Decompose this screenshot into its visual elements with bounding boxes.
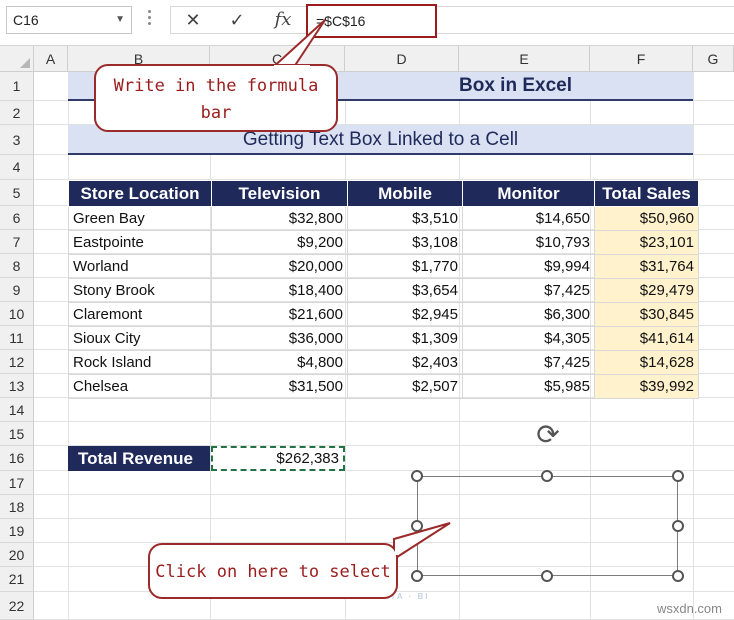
row-header[interactable]: 5 (0, 180, 34, 206)
total-revenue-cell[interactable]: $262,383 (211, 446, 345, 471)
table-row: Rock Island $4,800 $2,403 $7,425 $14,628 (68, 350, 699, 375)
table-row: Chelsea $31,500 $2,507 $5,985 $39,992 (68, 374, 699, 399)
column-header-a[interactable]: A (34, 46, 68, 72)
resize-handle-right[interactable] (672, 520, 684, 532)
cell-store[interactable]: Eastpointe (68, 230, 212, 255)
cell-store[interactable]: Chelsea (68, 374, 212, 399)
cell-television[interactable]: $9,200 (211, 230, 348, 255)
cell-television[interactable]: $21,600 (211, 302, 348, 327)
column-header-f[interactable]: F (590, 46, 693, 72)
row-header[interactable]: 8 (0, 254, 34, 278)
cell-total-sales[interactable]: $31,764 (594, 254, 699, 279)
cell-store[interactable]: Rock Island (68, 350, 212, 375)
select-all-corner[interactable] (0, 46, 34, 72)
cell-total-sales[interactable]: $14,628 (594, 350, 699, 375)
header-mobile[interactable]: Mobile (347, 180, 463, 207)
cell-total-sales[interactable]: $29,479 (594, 278, 699, 303)
cell-television[interactable]: $36,000 (211, 326, 348, 351)
column-header-e[interactable]: E (459, 46, 590, 72)
sales-table: Store Location Television Mobile Monitor… (68, 180, 699, 399)
cell-store[interactable]: Stony Brook (68, 278, 212, 303)
callout-joint (395, 541, 399, 555)
row-header[interactable]: 20 (0, 543, 34, 567)
column-header-g[interactable]: G (693, 46, 734, 72)
cell-mobile[interactable]: $3,108 (347, 230, 463, 255)
row-header[interactable]: 14 (0, 398, 34, 422)
table-row: Claremont $21,600 $2,945 $6,300 $30,845 (68, 302, 699, 327)
cell-monitor[interactable]: $14,650 (462, 206, 595, 231)
header-store-location[interactable]: Store Location (68, 180, 212, 207)
cell-mobile[interactable]: $3,654 (347, 278, 463, 303)
site-mark: wsxdn.com (656, 601, 722, 616)
cell-mobile[interactable]: $2,945 (347, 302, 463, 327)
header-total-sales[interactable]: Total Sales (594, 180, 699, 207)
row-header[interactable]: 13 (0, 374, 34, 398)
row-header[interactable]: 19 (0, 519, 34, 543)
cell-television[interactable]: $4,800 (211, 350, 348, 375)
resize-handle-top[interactable] (541, 470, 553, 482)
resize-handle-top-left[interactable] (411, 470, 423, 482)
cell-mobile[interactable]: $3,510 (347, 206, 463, 231)
rotate-handle-icon[interactable]: ⟳ (533, 420, 563, 450)
cell-monitor[interactable]: $7,425 (462, 350, 595, 375)
cell-television[interactable]: $20,000 (211, 254, 348, 279)
resize-handle-bottom[interactable] (541, 570, 553, 582)
row-header[interactable]: 9 (0, 278, 34, 302)
cell-total-sales[interactable]: $50,960 (594, 206, 699, 231)
cell-monitor[interactable]: $7,425 (462, 278, 595, 303)
cell-mobile[interactable]: $2,403 (347, 350, 463, 375)
table-row: Sioux City $36,000 $1,309 $4,305 $41,614 (68, 326, 699, 351)
resize-handle-top-right[interactable] (672, 470, 684, 482)
cell-television[interactable]: $32,800 (211, 206, 348, 231)
table-row: Worland $20,000 $1,770 $9,994 $31,764 (68, 254, 699, 279)
formula-input-extension[interactable] (437, 6, 734, 34)
resize-handle-bottom-right[interactable] (672, 570, 684, 582)
row-header[interactable]: 3 (0, 125, 34, 155)
row-header[interactable]: 1 (0, 72, 34, 101)
cell-total-sales[interactable]: $39,992 (594, 374, 699, 399)
row-header[interactable]: 6 (0, 206, 34, 230)
row-header[interactable]: 7 (0, 230, 34, 254)
row-header[interactable]: 21 (0, 567, 34, 592)
header-television[interactable]: Television (211, 180, 348, 207)
grid-line (34, 421, 734, 422)
row-header[interactable]: 22 (0, 592, 34, 620)
row-header[interactable]: 10 (0, 302, 34, 326)
row-header[interactable]: 16 (0, 446, 34, 471)
row-header[interactable]: 4 (0, 155, 34, 180)
total-revenue-label[interactable]: Total Revenue (68, 446, 210, 471)
table-row: Stony Brook $18,400 $3,654 $7,425 $29,47… (68, 278, 699, 303)
cell-monitor[interactable]: $10,793 (462, 230, 595, 255)
cell-television[interactable]: $31,500 (211, 374, 348, 399)
cell-monitor[interactable]: $9,994 (462, 254, 595, 279)
cell-total-sales[interactable]: $30,845 (594, 302, 699, 327)
row-header[interactable]: 2 (0, 101, 34, 125)
row-header[interactable]: 18 (0, 495, 34, 519)
cell-monitor[interactable]: $5,985 (462, 374, 595, 399)
cell-store[interactable]: Green Bay (68, 206, 212, 231)
table-row: Eastpointe $9,200 $3,108 $10,793 $23,101 (68, 230, 699, 255)
cell-total-sales[interactable]: $41,614 (594, 326, 699, 351)
cell-total-sales[interactable]: $23,101 (594, 230, 699, 255)
callout-select: Click on here to select (148, 543, 398, 599)
cell-mobile[interactable]: $1,309 (347, 326, 463, 351)
cell-store[interactable]: Claremont (68, 302, 212, 327)
row-header[interactable]: 15 (0, 422, 34, 446)
cell-mobile[interactable]: $2,507 (347, 374, 463, 399)
cell-store[interactable]: Sioux City (68, 326, 212, 351)
cell-television[interactable]: $18,400 (211, 278, 348, 303)
row-header[interactable]: 17 (0, 471, 34, 495)
row-header[interactable]: 11 (0, 326, 34, 350)
row-header[interactable]: 12 (0, 350, 34, 374)
table-row: Green Bay $32,800 $3,510 $14,650 $50,960 (68, 206, 699, 231)
cell-monitor[interactable]: $4,305 (462, 326, 595, 351)
callout-formula-bar: Write in the formula bar (94, 64, 338, 132)
cell-monitor[interactable]: $6,300 (462, 302, 595, 327)
header-monitor[interactable]: Monitor (462, 180, 595, 207)
cell-store[interactable]: Worland (68, 254, 212, 279)
cell-mobile[interactable]: $1,770 (347, 254, 463, 279)
callout-joint (274, 65, 310, 69)
column-header-d[interactable]: D (345, 46, 459, 72)
name-box-value: C16 (13, 12, 39, 28)
